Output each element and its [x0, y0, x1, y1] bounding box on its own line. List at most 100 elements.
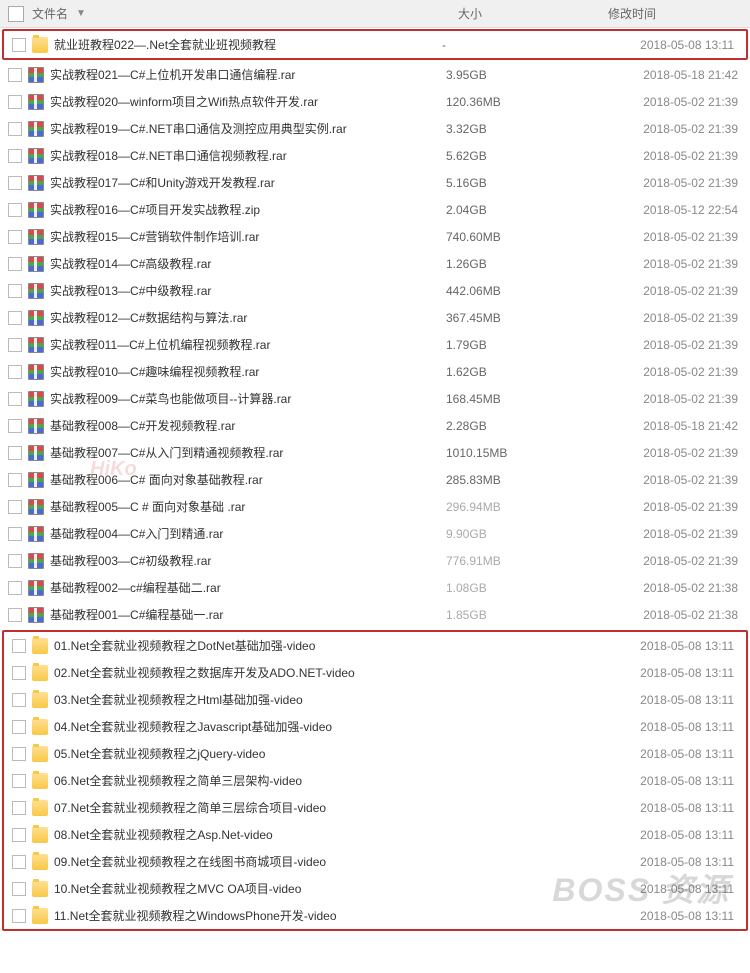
file-name[interactable]: 基础教程007—C#从入门到精通视频教程.rar [50, 444, 446, 461]
file-row[interactable]: 实战教程013—C#中级教程.rar442.06MB2018-05-02 21:… [0, 277, 750, 304]
row-checkbox[interactable] [8, 149, 22, 163]
file-row[interactable]: 基础教程003—C#初级教程.rar776.91MB2018-05-02 21:… [0, 547, 750, 574]
file-name[interactable]: 基础教程004—C#入门到精通.rar [50, 525, 446, 542]
row-checkbox[interactable] [12, 720, 26, 734]
file-row[interactable]: 基础教程001—C#编程基础一.rar1.85GB2018-05-02 21:3… [0, 601, 750, 628]
file-name[interactable]: 11.Net全套就业视频教程之WindowsPhone开发-video [54, 907, 442, 924]
file-name[interactable]: 基础教程002—c#编程基础二.rar [50, 579, 446, 596]
file-name[interactable]: 实战教程012—C#数据结构与算法.rar [50, 309, 446, 326]
file-name[interactable]: 02.Net全套就业视频教程之数据库开发及ADO.NET-video [54, 664, 442, 681]
file-row[interactable]: 11.Net全套就业视频教程之WindowsPhone开发-video2018-… [4, 902, 746, 929]
row-checkbox[interactable] [8, 419, 22, 433]
file-name[interactable]: 实战教程015—C#营销软件制作培训.rar [50, 228, 446, 245]
row-checkbox[interactable] [12, 828, 26, 842]
file-name[interactable]: 实战教程014—C#高级教程.rar [50, 255, 446, 272]
file-row[interactable]: 实战教程012—C#数据结构与算法.rar367.45MB2018-05-02 … [0, 304, 750, 331]
row-checkbox[interactable] [8, 500, 22, 514]
file-row[interactable]: 基础教程004—C#入门到精通.rar9.90GB2018-05-02 21:3… [0, 520, 750, 547]
row-checkbox[interactable] [8, 581, 22, 595]
row-checkbox[interactable] [8, 176, 22, 190]
row-checkbox[interactable] [12, 693, 26, 707]
row-checkbox[interactable] [12, 909, 26, 923]
row-checkbox[interactable] [8, 95, 22, 109]
row-checkbox[interactable] [8, 608, 22, 622]
file-row[interactable]: 基础教程007—C#从入门到精通视频教程.rar1010.15MB2018-05… [0, 439, 750, 466]
file-name[interactable]: 10.Net全套就业视频教程之MVC OA项目-video [54, 880, 442, 897]
row-checkbox[interactable] [8, 68, 22, 82]
file-name[interactable]: 基础教程005—C # 面向对象基础 .rar [50, 498, 446, 515]
file-name[interactable]: 就业班教程022—.Net全套就业班视频教程 [54, 36, 442, 53]
file-row[interactable]: 01.Net全套就业视频教程之DotNet基础加强-video2018-05-0… [4, 632, 746, 659]
file-name[interactable]: 实战教程017—C#和Unity游戏开发教程.rar [50, 174, 446, 191]
file-row[interactable]: 实战教程011—C#上位机编程视频教程.rar1.79GB2018-05-02 … [0, 331, 750, 358]
file-name[interactable]: 实战教程021—C#上位机开发串口通信编程.rar [50, 66, 446, 83]
row-checkbox[interactable] [12, 747, 26, 761]
file-name[interactable]: 03.Net全套就业视频教程之Html基础加强-video [54, 691, 442, 708]
file-row[interactable]: 10.Net全套就业视频教程之MVC OA项目-video2018-05-08 … [4, 875, 746, 902]
file-name[interactable]: 基础教程003—C#初级教程.rar [50, 552, 446, 569]
file-row[interactable]: 基础教程005—C # 面向对象基础 .rar296.94MB2018-05-0… [0, 493, 750, 520]
file-name[interactable]: 基础教程001—C#编程基础一.rar [50, 606, 446, 623]
row-checkbox[interactable] [8, 527, 22, 541]
file-name[interactable]: 07.Net全套就业视频教程之简单三层综合项目-video [54, 799, 442, 816]
file-name[interactable]: 05.Net全套就业视频教程之jQuery-video [54, 745, 442, 762]
column-name-header[interactable]: 文件名 [32, 5, 68, 22]
file-row[interactable]: 就业班教程022—.Net全套就业班视频教程 - 2018-05-08 13:1… [4, 32, 746, 57]
row-checkbox[interactable] [12, 882, 26, 896]
file-name[interactable]: 09.Net全套就业视频教程之在线图书商城项目-video [54, 853, 442, 870]
file-row[interactable]: 07.Net全套就业视频教程之简单三层综合项目-video2018-05-08 … [4, 794, 746, 821]
file-name[interactable]: 实战教程016—C#项目开发实战教程.zip [50, 201, 446, 218]
file-name[interactable]: 基础教程006—C# 面向对象基础教程.rar [50, 471, 446, 488]
file-row[interactable]: 实战教程010—C#趣味编程视频教程.rar1.62GB2018-05-02 2… [0, 358, 750, 385]
file-row[interactable]: 实战教程021—C#上位机开发串口通信编程.rar3.95GB2018-05-1… [0, 61, 750, 88]
row-checkbox[interactable] [8, 203, 22, 217]
row-checkbox[interactable] [12, 666, 26, 680]
file-row[interactable]: 实战教程017—C#和Unity游戏开发教程.rar5.16GB2018-05-… [0, 169, 750, 196]
file-name[interactable]: 实战教程020—winform项目之Wifi热点软件开发.rar [50, 93, 446, 110]
file-name[interactable]: 01.Net全套就业视频教程之DotNet基础加强-video [54, 637, 442, 654]
file-name[interactable]: 08.Net全套就业视频教程之Asp.Net-video [54, 826, 442, 843]
row-checkbox[interactable] [8, 311, 22, 325]
column-date-header[interactable]: 修改时间 [608, 5, 656, 22]
file-row[interactable]: 04.Net全套就业视频教程之Javascript基础加强-video2018-… [4, 713, 746, 740]
file-row[interactable]: 05.Net全套就业视频教程之jQuery-video2018-05-08 13… [4, 740, 746, 767]
row-checkbox[interactable] [8, 446, 22, 460]
file-row[interactable]: 09.Net全套就业视频教程之在线图书商城项目-video2018-05-08 … [4, 848, 746, 875]
column-size-header[interactable]: 大小 [458, 5, 482, 22]
file-row[interactable]: 实战教程019—C#.NET串口通信及测控应用典型实例.rar3.32GB201… [0, 115, 750, 142]
file-row[interactable]: 08.Net全套就业视频教程之Asp.Net-video2018-05-08 1… [4, 821, 746, 848]
file-row[interactable]: 基础教程008—C#开发视频教程.rar2.28GB2018-05-18 21:… [0, 412, 750, 439]
file-name[interactable]: 实战教程019—C#.NET串口通信及测控应用典型实例.rar [50, 120, 446, 137]
row-checkbox[interactable] [8, 122, 22, 136]
file-row[interactable]: 02.Net全套就业视频教程之数据库开发及ADO.NET-video2018-0… [4, 659, 746, 686]
file-row[interactable]: 03.Net全套就业视频教程之Html基础加强-video2018-05-08 … [4, 686, 746, 713]
file-name[interactable]: 06.Net全套就业视频教程之简单三层架构-video [54, 772, 442, 789]
file-name[interactable]: 实战教程018—C#.NET串口通信视频教程.rar [50, 147, 446, 164]
file-row[interactable]: 实战教程020—winform项目之Wifi热点软件开发.rar120.36MB… [0, 88, 750, 115]
row-checkbox[interactable] [12, 774, 26, 788]
select-all-checkbox[interactable] [8, 6, 24, 22]
row-checkbox[interactable] [8, 473, 22, 487]
file-name[interactable]: 实战教程013—C#中级教程.rar [50, 282, 446, 299]
file-row[interactable]: 基础教程006—C# 面向对象基础教程.rar285.83MB2018-05-0… [0, 466, 750, 493]
file-row[interactable]: 基础教程002—c#编程基础二.rar1.08GB2018-05-02 21:3… [0, 574, 750, 601]
file-row[interactable]: 实战教程009—C#菜鸟也能做项目--计算器.rar168.45MB2018-0… [0, 385, 750, 412]
row-checkbox[interactable] [12, 855, 26, 869]
row-checkbox[interactable] [8, 554, 22, 568]
row-checkbox[interactable] [12, 639, 26, 653]
row-checkbox[interactable] [8, 365, 22, 379]
file-row[interactable]: 实战教程016—C#项目开发实战教程.zip2.04GB2018-05-12 2… [0, 196, 750, 223]
row-checkbox[interactable] [8, 284, 22, 298]
file-row[interactable]: 06.Net全套就业视频教程之简单三层架构-video2018-05-08 13… [4, 767, 746, 794]
file-row[interactable]: 实战教程018—C#.NET串口通信视频教程.rar5.62GB2018-05-… [0, 142, 750, 169]
file-row[interactable]: 实战教程015—C#营销软件制作培训.rar740.60MB2018-05-02… [0, 223, 750, 250]
row-checkbox[interactable] [12, 801, 26, 815]
file-name[interactable]: 实战教程011—C#上位机编程视频教程.rar [50, 336, 446, 353]
file-name[interactable]: 基础教程008—C#开发视频教程.rar [50, 417, 446, 434]
row-checkbox[interactable] [8, 230, 22, 244]
file-name[interactable]: 04.Net全套就业视频教程之Javascript基础加强-video [54, 718, 442, 735]
file-row[interactable]: 实战教程014—C#高级教程.rar1.26GB2018-05-02 21:39 [0, 250, 750, 277]
file-name[interactable]: 实战教程009—C#菜鸟也能做项目--计算器.rar [50, 390, 446, 407]
row-checkbox[interactable] [8, 257, 22, 271]
row-checkbox[interactable] [12, 38, 26, 52]
